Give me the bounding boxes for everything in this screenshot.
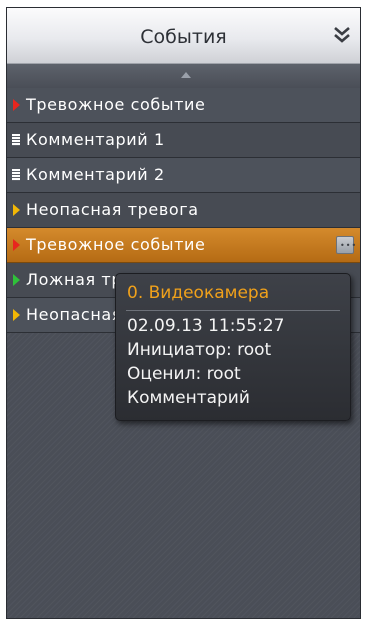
alarm-marker-icon bbox=[13, 239, 20, 251]
panel-header: События bbox=[7, 8, 360, 64]
event-label: Тревожное событие bbox=[26, 95, 206, 114]
false-alarm-marker-icon bbox=[13, 274, 20, 286]
event-label: Тревожное событие bbox=[26, 235, 206, 254]
event-row[interactable]: Тревожное событие bbox=[7, 88, 360, 123]
scroll-up-button[interactable] bbox=[7, 64, 360, 88]
tooltip-datetime: 02.09.13 11:55:27 bbox=[127, 316, 285, 336]
tooltip-comment: Комментарий bbox=[127, 388, 250, 408]
event-row[interactable]: Неопасная тревога bbox=[7, 193, 360, 228]
event-label: Комментарий 2 bbox=[26, 165, 165, 184]
event-row[interactable]: Комментарий 2 bbox=[7, 158, 360, 193]
scroll-up-arrow-icon bbox=[181, 72, 191, 78]
event-label: Комментарий 1 bbox=[26, 130, 165, 149]
alarm-marker-icon bbox=[13, 99, 20, 111]
double-chevron-down-icon bbox=[334, 27, 350, 43]
comment-note-icon bbox=[12, 169, 20, 181]
event-row[interactable]: Комментарий 1 bbox=[7, 123, 360, 158]
comment-note-icon bbox=[12, 134, 20, 146]
event-row-selected[interactable]: Тревожное событие ••• bbox=[7, 228, 360, 263]
tooltip-initiator: Инициатор: root bbox=[127, 340, 272, 360]
warning-marker-icon bbox=[13, 204, 20, 216]
collapse-button[interactable] bbox=[332, 25, 352, 45]
ellipsis-icon: ••• bbox=[340, 241, 358, 250]
event-label: Неопасная тревога bbox=[26, 200, 199, 219]
event-tooltip: 0. Видеокамера 02.09.13 11:55:27 Инициат… bbox=[115, 273, 351, 421]
event-details-button[interactable]: ••• bbox=[336, 236, 358, 254]
tooltip-camera-name: 0. Видеокамера bbox=[127, 283, 270, 303]
events-panel: События Тревожное событие Комментарий 1 … bbox=[6, 7, 361, 619]
tooltip-divider bbox=[126, 310, 340, 311]
tooltip-evaluated: Оценил: root bbox=[127, 364, 241, 384]
warning-marker-icon bbox=[13, 309, 20, 321]
panel-title: События bbox=[140, 26, 227, 48]
